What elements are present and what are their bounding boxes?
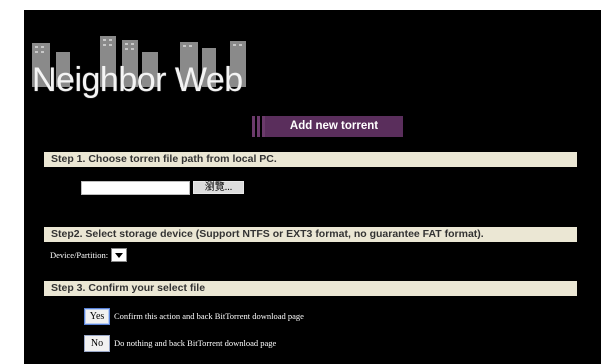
logo-text: Neighbor Web: [32, 61, 243, 99]
banner-label: Add new torrent: [265, 116, 403, 137]
device-partition-label: Device/Partition:: [50, 249, 109, 260]
step2-header: Step2. Select storage device (Support NT…: [44, 227, 577, 242]
confirm-row: Yes Confirm this action and back BitTorr…: [84, 307, 304, 325]
device-partition-select[interactable]: [111, 247, 128, 262]
banner-bars: [252, 116, 265, 137]
device-row: Device/Partition:: [50, 247, 128, 262]
yes-description: Confirm this action and back BitTorrent …: [114, 311, 304, 321]
app-window: Neighbor Web Add new torrent Step 1. Cho…: [24, 10, 601, 364]
no-description: Do nothing and back BitTorrent download …: [114, 338, 277, 348]
step1-header: Step 1. Choose torren file path from loc…: [44, 152, 577, 167]
step3-header: Step 3. Confirm your select file: [44, 281, 577, 296]
no-button[interactable]: No: [84, 334, 110, 352]
chevron-down-icon: [115, 252, 124, 258]
torrent-file-input[interactable]: [81, 180, 190, 195]
yes-button[interactable]: Yes: [84, 307, 110, 325]
add-new-torrent-banner: Add new torrent: [252, 116, 403, 137]
file-picker: 瀏覽...: [81, 180, 244, 195]
cancel-row: No Do nothing and back BitTorrent downlo…: [84, 334, 276, 352]
browse-button[interactable]: 瀏覽...: [193, 181, 244, 194]
neighbor-web-logo: Neighbor Web: [30, 30, 256, 100]
